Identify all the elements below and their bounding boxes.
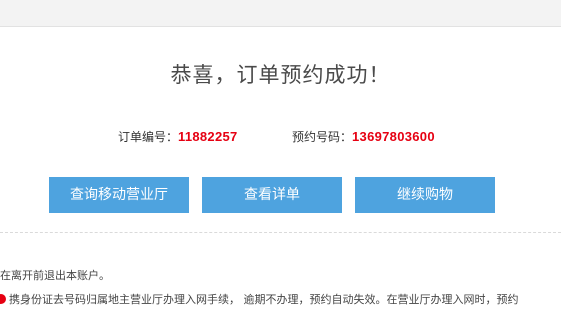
logout-hint: 在离开前退出本账户。 (0, 269, 110, 282)
phone-number-label: 预约号码： (292, 130, 353, 144)
order-number-value: 11882257 (178, 129, 238, 144)
continue-shopping-button[interactable]: 继续购物 (355, 177, 495, 213)
top-bar (0, 0, 561, 27)
order-number-row: 订单编号：11882257 (118, 126, 238, 146)
view-details-button[interactable]: 查看详单 (202, 177, 342, 213)
success-headline: 恭喜，订单预约成功！ (170, 63, 391, 87)
order-success-page: 恭喜，订单预约成功！ 订单编号：11882257 预约号码：1369780360… (0, 0, 561, 313)
order-number-label: 订单编号： (118, 130, 179, 144)
alert-icon (0, 294, 6, 304)
section-divider (0, 232, 561, 233)
phone-number-value: 13697803600 (352, 129, 435, 144)
id-card-hint: 携身份证去号码归属地主营业厅办理入网手续， 逾期不办理，预约自动失效。在营业厅办… (9, 293, 519, 306)
find-store-button[interactable]: 查询移动营业厅 (49, 177, 189, 213)
phone-number-row: 预约号码：13697803600 (292, 126, 435, 146)
